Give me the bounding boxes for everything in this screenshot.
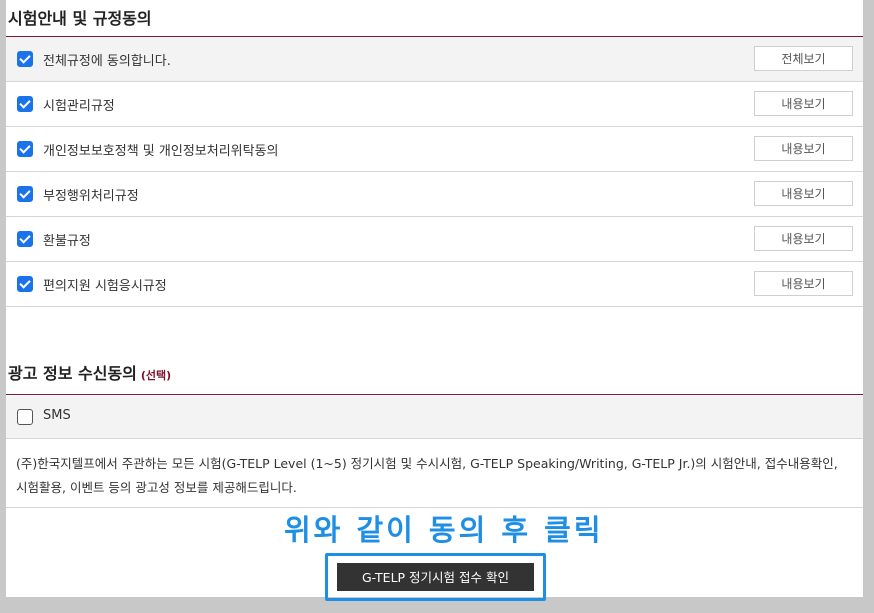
exam-management-view-button[interactable]: 내용보기 xyxy=(754,91,853,116)
optional-tag: (선택) xyxy=(140,369,172,382)
accommodation-row: 편의지원 시험응시규정 내용보기 xyxy=(6,262,863,306)
sms-row: SMS xyxy=(6,396,863,438)
ads-title-divider xyxy=(6,394,863,395)
ads-description: (주)한국지텔프에서 주관하는 모든 시험(G-TELP Level (1~5)… xyxy=(16,456,838,495)
privacy-checkbox[interactable] xyxy=(17,141,33,157)
privacy-view-button[interactable]: 내용보기 xyxy=(754,136,853,161)
agree-all-row: 전체규정에 동의합니다. 전체보기 xyxy=(6,37,863,81)
misconduct-row: 부정행위처리규정 내용보기 xyxy=(6,172,863,216)
row-divider xyxy=(6,306,863,307)
exam-management-label[interactable]: 시험관리규정 xyxy=(43,95,115,114)
submit-exam-button[interactable]: G-TELP 정기시험 접수 확인 xyxy=(337,563,534,591)
view-all-button[interactable]: 전체보기 xyxy=(754,46,853,71)
accommodation-checkbox[interactable] xyxy=(17,276,33,292)
ads-section-title: 광고 정보 수신동의 (선택) xyxy=(8,360,171,384)
sms-checkbox[interactable] xyxy=(17,409,33,425)
misconduct-label[interactable]: 부정행위처리규정 xyxy=(43,185,139,204)
agree-all-checkbox[interactable] xyxy=(17,51,33,67)
accommodation-view-button[interactable]: 내용보기 xyxy=(754,271,853,296)
ads-title-text: 광고 정보 수신동의 xyxy=(8,364,137,383)
refund-label[interactable]: 환불규정 xyxy=(43,230,91,249)
misconduct-checkbox[interactable] xyxy=(17,186,33,202)
sms-label[interactable]: SMS xyxy=(43,408,71,423)
agree-all-label[interactable]: 전체규정에 동의합니다. xyxy=(43,50,171,69)
refund-view-button[interactable]: 내용보기 xyxy=(754,226,853,251)
refund-row: 환불규정 내용보기 xyxy=(6,217,863,261)
row-divider xyxy=(6,438,863,439)
submit-highlight-box: G-TELP 정기시험 접수 확인 xyxy=(325,553,546,601)
terms-section-title: 시험안내 및 규정동의 xyxy=(8,9,152,28)
instruction-annotation: 위와 같이 동의 후 클릭 xyxy=(284,513,604,547)
privacy-label[interactable]: 개인정보보호정책 및 개인정보처리위탁동의 xyxy=(43,140,279,159)
accommodation-label[interactable]: 편의지원 시험응시규정 xyxy=(43,275,167,294)
exam-management-checkbox[interactable] xyxy=(17,96,33,112)
refund-checkbox[interactable] xyxy=(17,231,33,247)
exam-management-row: 시험관리규정 내용보기 xyxy=(6,82,863,126)
privacy-row: 개인정보보호정책 및 개인정보처리위탁동의 내용보기 xyxy=(6,127,863,171)
misconduct-view-button[interactable]: 내용보기 xyxy=(754,181,853,206)
